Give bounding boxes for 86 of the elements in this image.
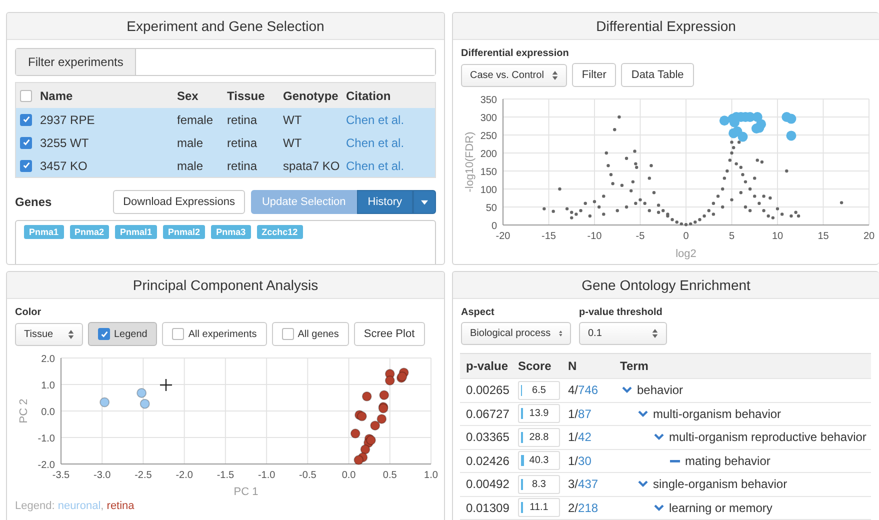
tick-label: -2.0 [38,460,55,471]
tick-label: 0 [491,221,497,232]
legend-text: Legend: neuronal, retina [15,500,136,512]
genes-label: Genes [15,195,52,209]
tick-label: -0.5 [299,470,316,481]
count-text: 2/ [568,500,578,515]
panel-title: Gene Ontology Enrichment [453,272,879,299]
count-text: 1/ [568,454,578,468]
tick-label: -1.0 [38,434,55,444]
table-cell-text: 0.03365 [465,430,510,444]
count-text: 1/ [568,430,578,444]
filter-label: Filter experiments [16,49,136,75]
table-cell-text: retina [226,112,258,126]
panel-title: Differential Expression [453,13,879,40]
section-label: Color [15,307,42,318]
axis-title: -log10(FDR) [464,132,476,192]
section-label: Differential expression [461,48,570,59]
table-cell-text: male [176,158,204,172]
tick-label: -5 [636,231,645,242]
tick-label: 300 [480,113,497,124]
score-text: 6.5 [532,384,546,396]
tick-label: 0.0 [342,470,356,481]
table-cell-text: 3457 KO [39,158,88,172]
tick-label: -3.5 [52,470,70,481]
table-cell-text: retina [226,136,258,150]
count-text: 3/ [568,477,578,492]
tick-label: -3.0 [94,470,111,481]
column-header: Genotype [282,88,340,102]
axis-title: PC 2 [18,398,30,424]
tick-label: -20 [496,231,510,242]
table-cell-text: 0.06727 [465,406,510,421]
table-cell-text: male [176,136,204,150]
column-header: Sex [176,88,200,102]
count-text: 4/ [568,383,578,398]
column-header: Term [619,359,650,373]
table-cell-text: 2937 RPE [39,112,96,126]
axis-title: PC 1 [234,486,258,498]
table-cell-text: WT [282,112,303,126]
table-cell-text: 0.01309 [465,500,510,515]
tick-label: 1.0 [424,470,438,481]
tick-label: 0.0 [41,407,55,418]
tick-label: 250 [480,131,497,142]
tick-label: 0.5 [382,470,397,481]
column-header: Name [39,88,74,102]
tick-label: 5 [728,231,735,242]
tick-label: 100 [480,185,497,196]
column-header: p-value [465,359,510,373]
score-text: 13.9 [529,408,549,420]
tick-label: -15 [542,231,556,242]
table-cell-text: WT [282,136,303,150]
score-text: 28.8 [529,432,549,443]
table-cell-text: 0.00265 [465,383,510,398]
axis-title: log2 [676,248,696,260]
table-cell-text: 0.02426 [465,454,510,468]
threshold-label: p-value threshold [579,307,664,318]
table-cell-text: female [176,112,214,126]
column-header: Citation [345,88,392,102]
tick-label: 1.0 [41,380,55,392]
table-cell-text: 0.00492 [465,477,510,492]
tick-label: -1.5 [216,470,234,481]
tick-label: 350 [480,95,497,106]
column-header: Score [517,359,552,373]
tick-label: -1.0 [258,470,276,481]
table-cell-text: 3255 WT [39,136,90,150]
tick-label: 50 [486,203,497,214]
count-text: 1/ [568,406,578,421]
column-header: Tissue [226,88,266,102]
table-cell-text: spata7 KO [282,158,341,172]
tick-label: 2.0 [41,354,55,365]
tick-label: 150 [480,167,497,178]
tick-label: 20 [863,231,875,242]
tick-label: 0 [683,231,689,242]
score-text: 8.3 [532,478,546,490]
panel-title: Principal Component Analysis [7,272,444,299]
panel-title: Experiment and Gene Selection [7,13,444,40]
score-text: 11.1 [530,502,548,514]
tick-label: 10 [772,231,784,242]
tick-label: 15 [818,231,829,242]
tick-label: -2.0 [176,470,193,481]
tick-label: -2.5 [134,470,152,481]
column-header: N [567,359,578,373]
tick-label: -10 [587,231,602,242]
score-text: 40.3 [529,455,549,466]
tick-label: 200 [480,149,497,160]
aspect-label: Aspect [461,307,496,318]
table-cell-text: retina [226,158,258,172]
